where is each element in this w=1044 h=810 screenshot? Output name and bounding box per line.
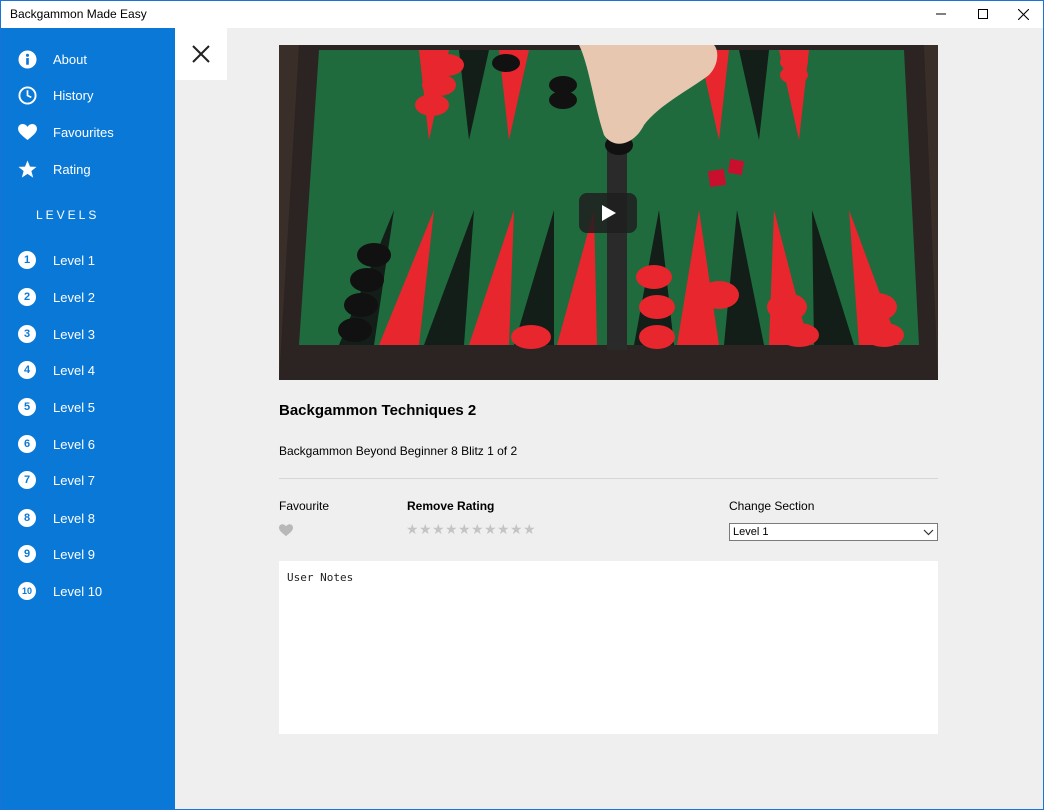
sidebar-item-favourites[interactable]: Favourites <box>1 114 175 150</box>
sidebar-item-level-6[interactable]: 6 Level 6 <box>1 426 175 462</box>
video-player[interactable] <box>279 45 938 380</box>
heart-icon <box>279 524 293 537</box>
sidebar-item-level-4[interactable]: 4 Level 4 <box>1 352 175 388</box>
info-icon <box>17 49 37 69</box>
star-icon[interactable]: ★ <box>471 522 484 536</box>
star-icon[interactable]: ★ <box>406 522 419 536</box>
sidebar-item-label: About <box>53 51 87 67</box>
levels-heading: LEVELS <box>36 208 100 222</box>
number-5-icon: 5 <box>17 397 37 417</box>
divider <box>279 478 938 479</box>
star-icon[interactable]: ★ <box>510 522 523 536</box>
star-icon[interactable]: ★ <box>484 522 497 536</box>
sidebar-item-label: Level 10 <box>53 583 103 599</box>
number-8-icon: 8 <box>17 508 37 528</box>
sidebar-item-label: Level 4 <box>53 362 95 378</box>
section-select[interactable]: Level 1 <box>729 523 938 541</box>
sidebar-item-label: Level 3 <box>53 326 95 342</box>
play-icon <box>602 205 616 221</box>
title-bar: Backgammon Made Easy <box>0 0 1044 28</box>
sidebar-item-level-1[interactable]: 1 Level 1 <box>1 242 175 278</box>
sidebar-item-label: Level 5 <box>53 399 95 415</box>
number-9-icon: 9 <box>17 544 37 564</box>
chevron-down-icon <box>923 529 934 536</box>
number-6-icon: 6 <box>17 434 37 454</box>
star-icon[interactable]: ★ <box>445 522 458 536</box>
minimize-icon <box>936 13 946 15</box>
close-icon <box>192 45 210 63</box>
sidebar-item-level-10[interactable]: 10 Level 10 <box>1 573 175 609</box>
sidebar-item-level-5[interactable]: 5 Level 5 <box>1 389 175 425</box>
sidebar-item-label: Rating <box>53 161 91 177</box>
star-icon[interactable]: ★ <box>419 522 432 536</box>
remove-rating-button[interactable]: Remove Rating <box>407 499 494 513</box>
sidebar: About History Favourites Rating LEVELS 1… <box>1 28 175 809</box>
number-7-icon: 7 <box>17 470 37 490</box>
sidebar-item-label: Level 7 <box>53 472 95 488</box>
window-close-button[interactable] <box>1000 0 1044 28</box>
sidebar-item-level-3[interactable]: 3 Level 3 <box>1 316 175 352</box>
change-section-label: Change Section <box>729 499 815 513</box>
sidebar-item-level-7[interactable]: 7 Level 7 <box>1 462 175 498</box>
user-notes-input[interactable] <box>279 561 938 734</box>
minimize-button[interactable] <box>918 0 964 28</box>
sidebar-item-label: Level 2 <box>53 289 95 305</box>
number-3-icon: 3 <box>17 324 37 344</box>
sidebar-item-label: Favourites <box>53 124 114 140</box>
number-10-icon: 10 <box>17 581 37 601</box>
maximize-icon <box>978 9 988 19</box>
number-4-icon: 4 <box>17 360 37 380</box>
number-1-icon: 1 <box>17 250 37 270</box>
sidebar-item-level-8[interactable]: 8 Level 8 <box>1 500 175 536</box>
star-icon[interactable]: ★ <box>523 522 536 536</box>
sidebar-item-level-2[interactable]: 2 Level 2 <box>1 279 175 315</box>
sidebar-item-label: Level 1 <box>53 252 95 268</box>
sidebar-item-label: History <box>53 87 94 103</box>
section-select-value: Level 1 <box>733 526 769 538</box>
close-pane-button[interactable] <box>175 28 227 80</box>
video-title: Backgammon Techniques 2 <box>279 402 477 419</box>
sidebar-item-about[interactable]: About <box>1 41 175 77</box>
star-icon[interactable]: ★ <box>432 522 445 536</box>
sidebar-item-label: Level 6 <box>53 436 95 452</box>
heart-icon <box>17 122 37 142</box>
star-icon <box>17 159 37 179</box>
clock-icon <box>17 85 37 105</box>
star-icon[interactable]: ★ <box>458 522 471 536</box>
sidebar-item-label: Level 9 <box>53 546 95 562</box>
sidebar-item-rating[interactable]: Rating <box>1 151 175 187</box>
video-description: Backgammon Beyond Beginner 8 Blitz 1 of … <box>279 444 518 458</box>
favourite-label: Favourite <box>279 499 330 513</box>
number-2-icon: 2 <box>17 287 37 307</box>
sidebar-item-label: Level 8 <box>53 510 95 526</box>
sidebar-item-level-9[interactable]: 9 Level 9 <box>1 536 175 572</box>
close-icon <box>1017 8 1029 20</box>
favourite-toggle[interactable] <box>279 524 293 537</box>
play-button[interactable] <box>579 193 637 233</box>
star-icon[interactable]: ★ <box>497 522 510 536</box>
window-title: Backgammon Made Easy <box>10 7 147 21</box>
rating-stars[interactable]: ★ ★ ★ ★ ★ ★ ★ ★ ★ ★ <box>406 522 536 536</box>
sidebar-item-history[interactable]: History <box>1 77 175 113</box>
